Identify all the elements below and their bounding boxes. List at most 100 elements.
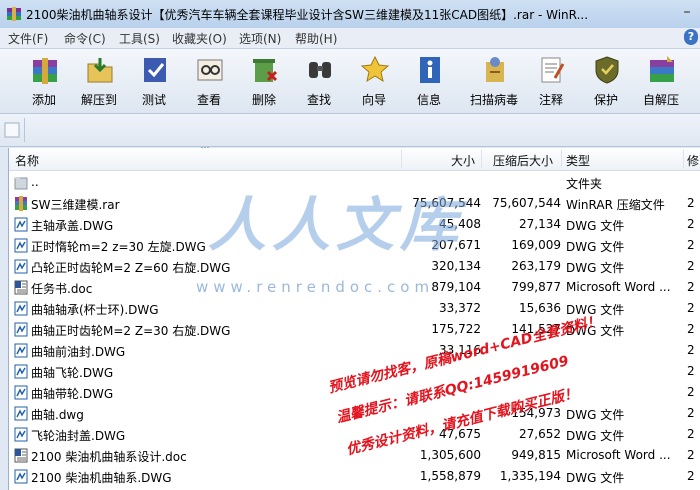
extract-to-icon [87, 58, 113, 83]
view-label: 查看 [196, 93, 221, 107]
wizard-icon [360, 55, 390, 83]
file-row[interactable]: 曲轴飞轮.DWG 2 [9, 361, 700, 382]
virus-scan-icon [486, 57, 504, 82]
file-row[interactable]: 正时惰轮m=2 z=30 左旋.DWG 207,671 169,009 DWG 文件 2 [9, 235, 700, 256]
protect-button[interactable]: 保护 [578, 52, 634, 110]
menu-tools[interactable]: 工具(S) [119, 30, 160, 47]
file-type: 文件夹 [566, 177, 603, 191]
menu-options[interactable]: 选项(N) [239, 30, 281, 47]
add-button[interactable]: 添加 [16, 52, 72, 110]
file-name: 曲轴轴承(杯士环).DWG [31, 303, 159, 317]
file-row[interactable]: 曲轴轴承(杯士环).DWG 33,372 15,636 DWG 文件 2 [9, 298, 700, 319]
column-type[interactable]: 类型 [566, 152, 590, 169]
file-row[interactable]: SW三维建模.rar 75,607,544 75,607,544 WinRAR 压缩文… [9, 193, 700, 214]
file-modified: 2 [687, 343, 695, 357]
file-row[interactable]: 曲轴前油封.DWG 33,116 2 [9, 340, 700, 361]
wizard-button[interactable]: 向导 [346, 52, 402, 110]
help-icon[interactable]: ? [684, 29, 698, 45]
menu-favorites[interactable]: 收藏夹(O) [172, 30, 227, 47]
sfx-label: 自解压 [642, 93, 679, 107]
file-packed-size: 949,815 [511, 448, 561, 462]
file-row[interactable]: 曲轴带轮.DWG 2 [9, 382, 700, 403]
doc-file-icon [14, 448, 28, 463]
file-type: WinRAR 压缩文件 [566, 198, 665, 212]
file-name: 正时惰轮m=2 z=30 左旋.DWG [31, 240, 206, 254]
menu-commands[interactable]: 命令(C) [64, 30, 106, 47]
file-modified: 2 [687, 217, 695, 231]
file-row[interactable]: 2100 柴油机曲轴系.DWG 1,558,879 1,335,194 DWG 文件 2 [9, 466, 700, 487]
file-row[interactable]: 主轴承盖.DWG 45,408 27,134 DWG 文件 2 [9, 214, 700, 235]
column-modified[interactable]: 修 [687, 152, 699, 169]
column-separator [683, 150, 684, 168]
file-type: Microsoft Word ... [566, 280, 671, 294]
file-name: 飞轮油封盖.DWG [31, 429, 126, 443]
virus-scan-button[interactable]: 扫描病毒 [466, 52, 522, 110]
file-packed-size: 15,636 [519, 301, 561, 315]
view-button[interactable]: 查看 [181, 52, 237, 110]
file-row[interactable]: 曲轴.dwg 154,973 DWG 文件 2 [9, 403, 700, 424]
delete-label: 删除 [251, 93, 276, 107]
file-modified: 2 [687, 469, 695, 483]
doc-file-icon [14, 280, 28, 295]
file-modified: 2 [687, 448, 695, 462]
file-row[interactable]: 任务书.doc 879,104 799,877 Microsoft Word ... 2 [9, 277, 700, 298]
file-size: 33,372 [439, 301, 481, 315]
file-modified: 2 [687, 385, 695, 399]
extract-to-button[interactable]: 解压到 [71, 52, 127, 110]
file-row[interactable]: 2100 柴油机曲轴系设计.doc 1,305,600 949,815 Microso… [9, 445, 700, 466]
dwg-file-icon [14, 469, 28, 484]
file-type: DWG 文件 [566, 261, 625, 275]
dwg-file-icon [14, 385, 28, 400]
menu-file[interactable]: 文件(F) [8, 30, 48, 47]
file-type: DWG 文件 [566, 471, 625, 485]
view-icon [197, 59, 223, 81]
find-button[interactable]: 查找 [291, 52, 347, 110]
find-label: 查找 [306, 93, 331, 107]
test-button[interactable]: 测试 [126, 52, 182, 110]
file-name: 2100 柴油机曲轴系设计.doc [31, 450, 187, 464]
file-modified: 2 [687, 196, 695, 210]
file-packed-size: 27,652 [519, 427, 561, 441]
menu-help[interactable]: 帮助(H) [295, 30, 337, 47]
file-size: 207,671 [431, 238, 481, 252]
column-separator [481, 150, 482, 168]
file-row[interactable]: .. 文件夹 [9, 172, 700, 193]
find-icon [309, 62, 331, 78]
file-row[interactable]: 飞轮油封盖.DWG 47,675 27,652 DWG 文件 2 [9, 424, 700, 445]
winrar-app-icon [7, 7, 21, 21]
file-name: 2100 柴油机曲轴系.DWG [31, 471, 172, 485]
test-icon [144, 58, 166, 82]
file-row[interactable]: 曲轴正时齿轮M=2 Z=30 右旋.DWG 175,722 141,527 DWG 文… [9, 319, 700, 340]
file-row[interactable]: 凸轮正时齿轮M=2 Z=60 右旋.DWG 320,134 263,179 DWG 文… [9, 256, 700, 277]
menu-bar: 文件(F) 命令(C) 工具(S) 收藏夹(O) 选项(N) 帮助(H) ? [0, 28, 700, 49]
file-modified: 2 [687, 301, 695, 315]
dwg-file-icon [14, 238, 28, 253]
file-size: 1,558,879 [419, 469, 481, 483]
info-button[interactable]: 信息 [401, 52, 457, 110]
file-type: DWG 文件 [566, 219, 625, 233]
minimize-button[interactable]: – [676, 4, 698, 22]
file-name: 曲轴.dwg [31, 408, 84, 422]
up-folder-icon[interactable] [4, 121, 20, 139]
sfx-button[interactable]: 自解压 [633, 52, 689, 110]
file-modified: 2 [687, 322, 695, 336]
extract-to-label: 解压到 [80, 93, 117, 107]
file-packed-size: 27,134 [519, 217, 561, 231]
column-size[interactable]: 大小 [451, 152, 475, 169]
file-size: 45,408 [439, 217, 481, 231]
comment-button[interactable]: 注释 [523, 52, 579, 110]
info-label: 信息 [416, 93, 441, 107]
column-header: 名称 大小 压缩后大小 类型 修 [9, 148, 700, 171]
file-size: 1,305,600 [419, 448, 481, 462]
file-name: 凸轮正时齿轮M=2 Z=60 右旋.DWG [31, 261, 231, 275]
column-packed[interactable]: 压缩后大小 [493, 152, 553, 169]
column-name[interactable]: 名称 [15, 152, 39, 169]
file-type: Microsoft Word ... [566, 448, 671, 462]
file-size: 320,134 [431, 259, 481, 273]
delete-button[interactable]: 删除 [236, 52, 292, 110]
file-size: 75,607,544 [412, 196, 481, 210]
file-list[interactable]: 名称 大小 压缩后大小 类型 修 .. 文件夹 SW三维建模.rar 75,607,5… [8, 148, 700, 490]
file-name: 曲轴飞轮.DWG [31, 366, 114, 380]
file-packed-size: 263,179 [511, 259, 561, 273]
file-size: 47,675 [439, 427, 481, 441]
